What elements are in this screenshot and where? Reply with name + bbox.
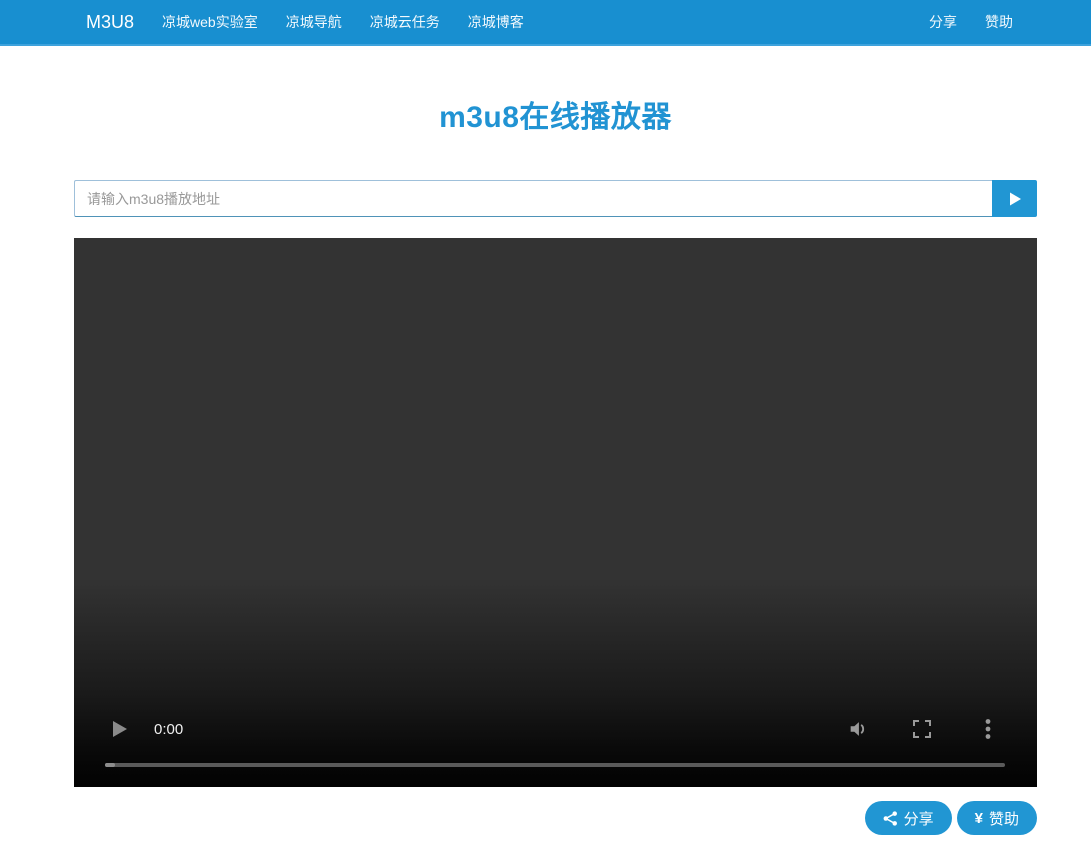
play-submit-button[interactable] [992,180,1037,217]
play-icon [1007,191,1023,207]
yen-icon: ¥ [974,809,983,827]
url-input-group [74,180,1037,217]
nav-item-cloud-task[interactable]: 凉城云任务 [356,0,454,44]
share-button[interactable]: 分享 [864,801,952,835]
nav-item-share[interactable]: 分享 [915,0,971,44]
more-vertical-icon [978,718,998,740]
nav-item-blog[interactable]: 凉城博客 [454,0,538,44]
video-player[interactable]: 0:00 [74,238,1037,787]
navbar: M3U8 凉城web实验室 凉城导航 凉城云任务 凉城博客 分享 赞助 [0,0,1091,46]
nav-item-navigation[interactable]: 凉城导航 [272,0,356,44]
share-button-label: 分享 [903,810,934,828]
page-title: m3u8在线播放器 [439,101,672,134]
fullscreen-icon [912,719,932,739]
share-icon [883,810,898,826]
play-icon [109,719,129,739]
brand-logo[interactable]: M3U8 [74,0,148,44]
volume-button[interactable] [845,716,871,742]
m3u8-url-input[interactable] [74,180,992,217]
donate-button[interactable]: ¥ 赞助 [956,801,1037,835]
nav-item-web-lab[interactable]: 凉城web实验室 [148,0,272,44]
video-controls-bar: 0:00 [74,709,1037,749]
actions-row: 分享 ¥ 赞助 [74,801,1037,835]
nav-item-donate[interactable]: 赞助 [971,0,1037,44]
donate-button-label: 赞助 [988,810,1019,828]
video-play-button[interactable] [106,716,132,742]
video-progress-thumb[interactable] [105,763,115,767]
video-current-time: 0:00 [154,720,184,738]
volume-icon [847,718,869,740]
navbar-inner: M3U8 凉城web实验室 凉城导航 凉城云任务 凉城博客 分享 赞助 [74,0,1037,44]
video-progress-bar[interactable] [105,763,1005,767]
more-options-button[interactable] [975,716,1001,742]
main-container: m3u8在线播放器 0:00 [74,92,1037,851]
fullscreen-button[interactable] [909,716,935,742]
